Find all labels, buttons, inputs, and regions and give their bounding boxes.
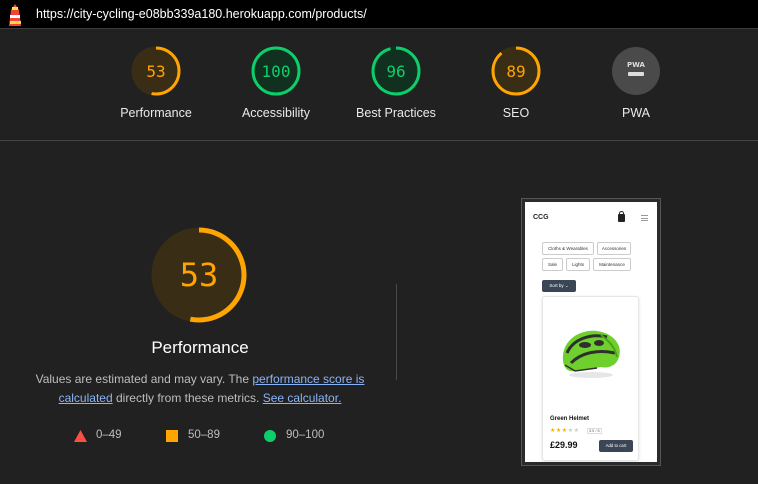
- pwa-badge-text: PWA: [627, 61, 646, 69]
- square-icon: [166, 430, 178, 442]
- menu-icon: [641, 215, 648, 221]
- product-price: £29.99: [550, 440, 578, 450]
- vertical-divider: [396, 284, 397, 380]
- performance-description: Values are estimated and may vary. The p…: [20, 370, 380, 408]
- report-url[interactable]: https://city-cycling-e08bb339a180.heroku…: [36, 7, 367, 21]
- triangle-icon: [74, 430, 87, 442]
- star-rating-icon: ★★★★★: [550, 427, 579, 434]
- chip-accessories: Accessories: [597, 242, 631, 255]
- legend-range: 0–49: [96, 429, 122, 441]
- gauge-pwa[interactable]: PWA PWA: [576, 46, 696, 120]
- pwa-badge-icon: PWA: [612, 47, 660, 95]
- gauge-label: PWA: [621, 106, 650, 120]
- gauge-best-practices[interactable]: 96 Best Practices: [336, 46, 456, 120]
- sort-by-button: Sort by ⌄: [542, 280, 576, 292]
- legend-range: 50–89: [188, 429, 220, 441]
- performance-score: 53: [180, 256, 219, 294]
- star-icon: ★: [573, 428, 580, 434]
- gauge-label: Performance: [120, 106, 192, 120]
- performance-title: Performance: [151, 338, 249, 357]
- green-helmet-image: [562, 330, 620, 378]
- gauge-seo[interactable]: 89 SEO: [456, 46, 576, 120]
- legend-range: 90–100: [286, 429, 325, 441]
- shopping-bag-icon: [618, 214, 625, 222]
- gauge-label: SEO: [502, 106, 530, 120]
- gauge-label: Accessibility: [241, 106, 311, 120]
- gauge-accessibility[interactable]: 100 Accessibility: [216, 46, 336, 120]
- chip-cloths: Cloths & Wearables: [542, 242, 594, 255]
- site-brand: CCG: [533, 214, 549, 221]
- rating-badge: 3.0 / 5: [587, 428, 602, 434]
- performance-gauge: 53: [151, 227, 247, 323]
- circle-icon: [264, 430, 276, 442]
- address-bar: https://city-cycling-e08bb339a180.heroku…: [0, 0, 758, 29]
- gauge-performance[interactable]: 53 Performance: [96, 46, 216, 120]
- product-card: Green Helmet ★★★★★ 3.0 / 5 £29.99 Add to…: [542, 296, 639, 461]
- chip-lights: Lights: [566, 258, 590, 271]
- chip-maintenance: Maintenance: [593, 258, 631, 271]
- add-to-cart-button: Add to cart: [599, 440, 633, 452]
- gauge-score: 96: [386, 62, 405, 81]
- lighthouse-icon: [9, 4, 21, 26]
- desc-text-mid: directly from these metrics.: [112, 391, 263, 405]
- gauge-ring: 96: [371, 46, 421, 96]
- product-name: Green Helmet: [550, 416, 590, 422]
- chip-sale: Sale: [542, 258, 563, 271]
- gauge-label: Best Practices: [356, 106, 436, 120]
- desc-text: Values are estimated and may vary. The: [35, 372, 253, 386]
- star-row: ★★★★★: [550, 428, 579, 434]
- gauge-ring: 100: [251, 46, 301, 96]
- sort-label: Sort by: [549, 283, 564, 288]
- gauge-score: 53: [146, 62, 165, 81]
- gauge-score: 89: [506, 62, 525, 81]
- gauge-score: 100: [262, 62, 291, 81]
- gauge-ring: 89: [491, 46, 541, 96]
- see-calculator-link[interactable]: See calculator.: [263, 391, 342, 405]
- chevron-down-icon: ⌄: [564, 283, 569, 288]
- category-gauges: 53 Performance 100 Accessibility 96 Best…: [0, 30, 758, 140]
- gauge-ring: 53: [131, 46, 181, 96]
- section-divider: [0, 140, 758, 141]
- page-screenshot[interactable]: CCG Cloths & Wearables Accessories Sale …: [522, 199, 660, 465]
